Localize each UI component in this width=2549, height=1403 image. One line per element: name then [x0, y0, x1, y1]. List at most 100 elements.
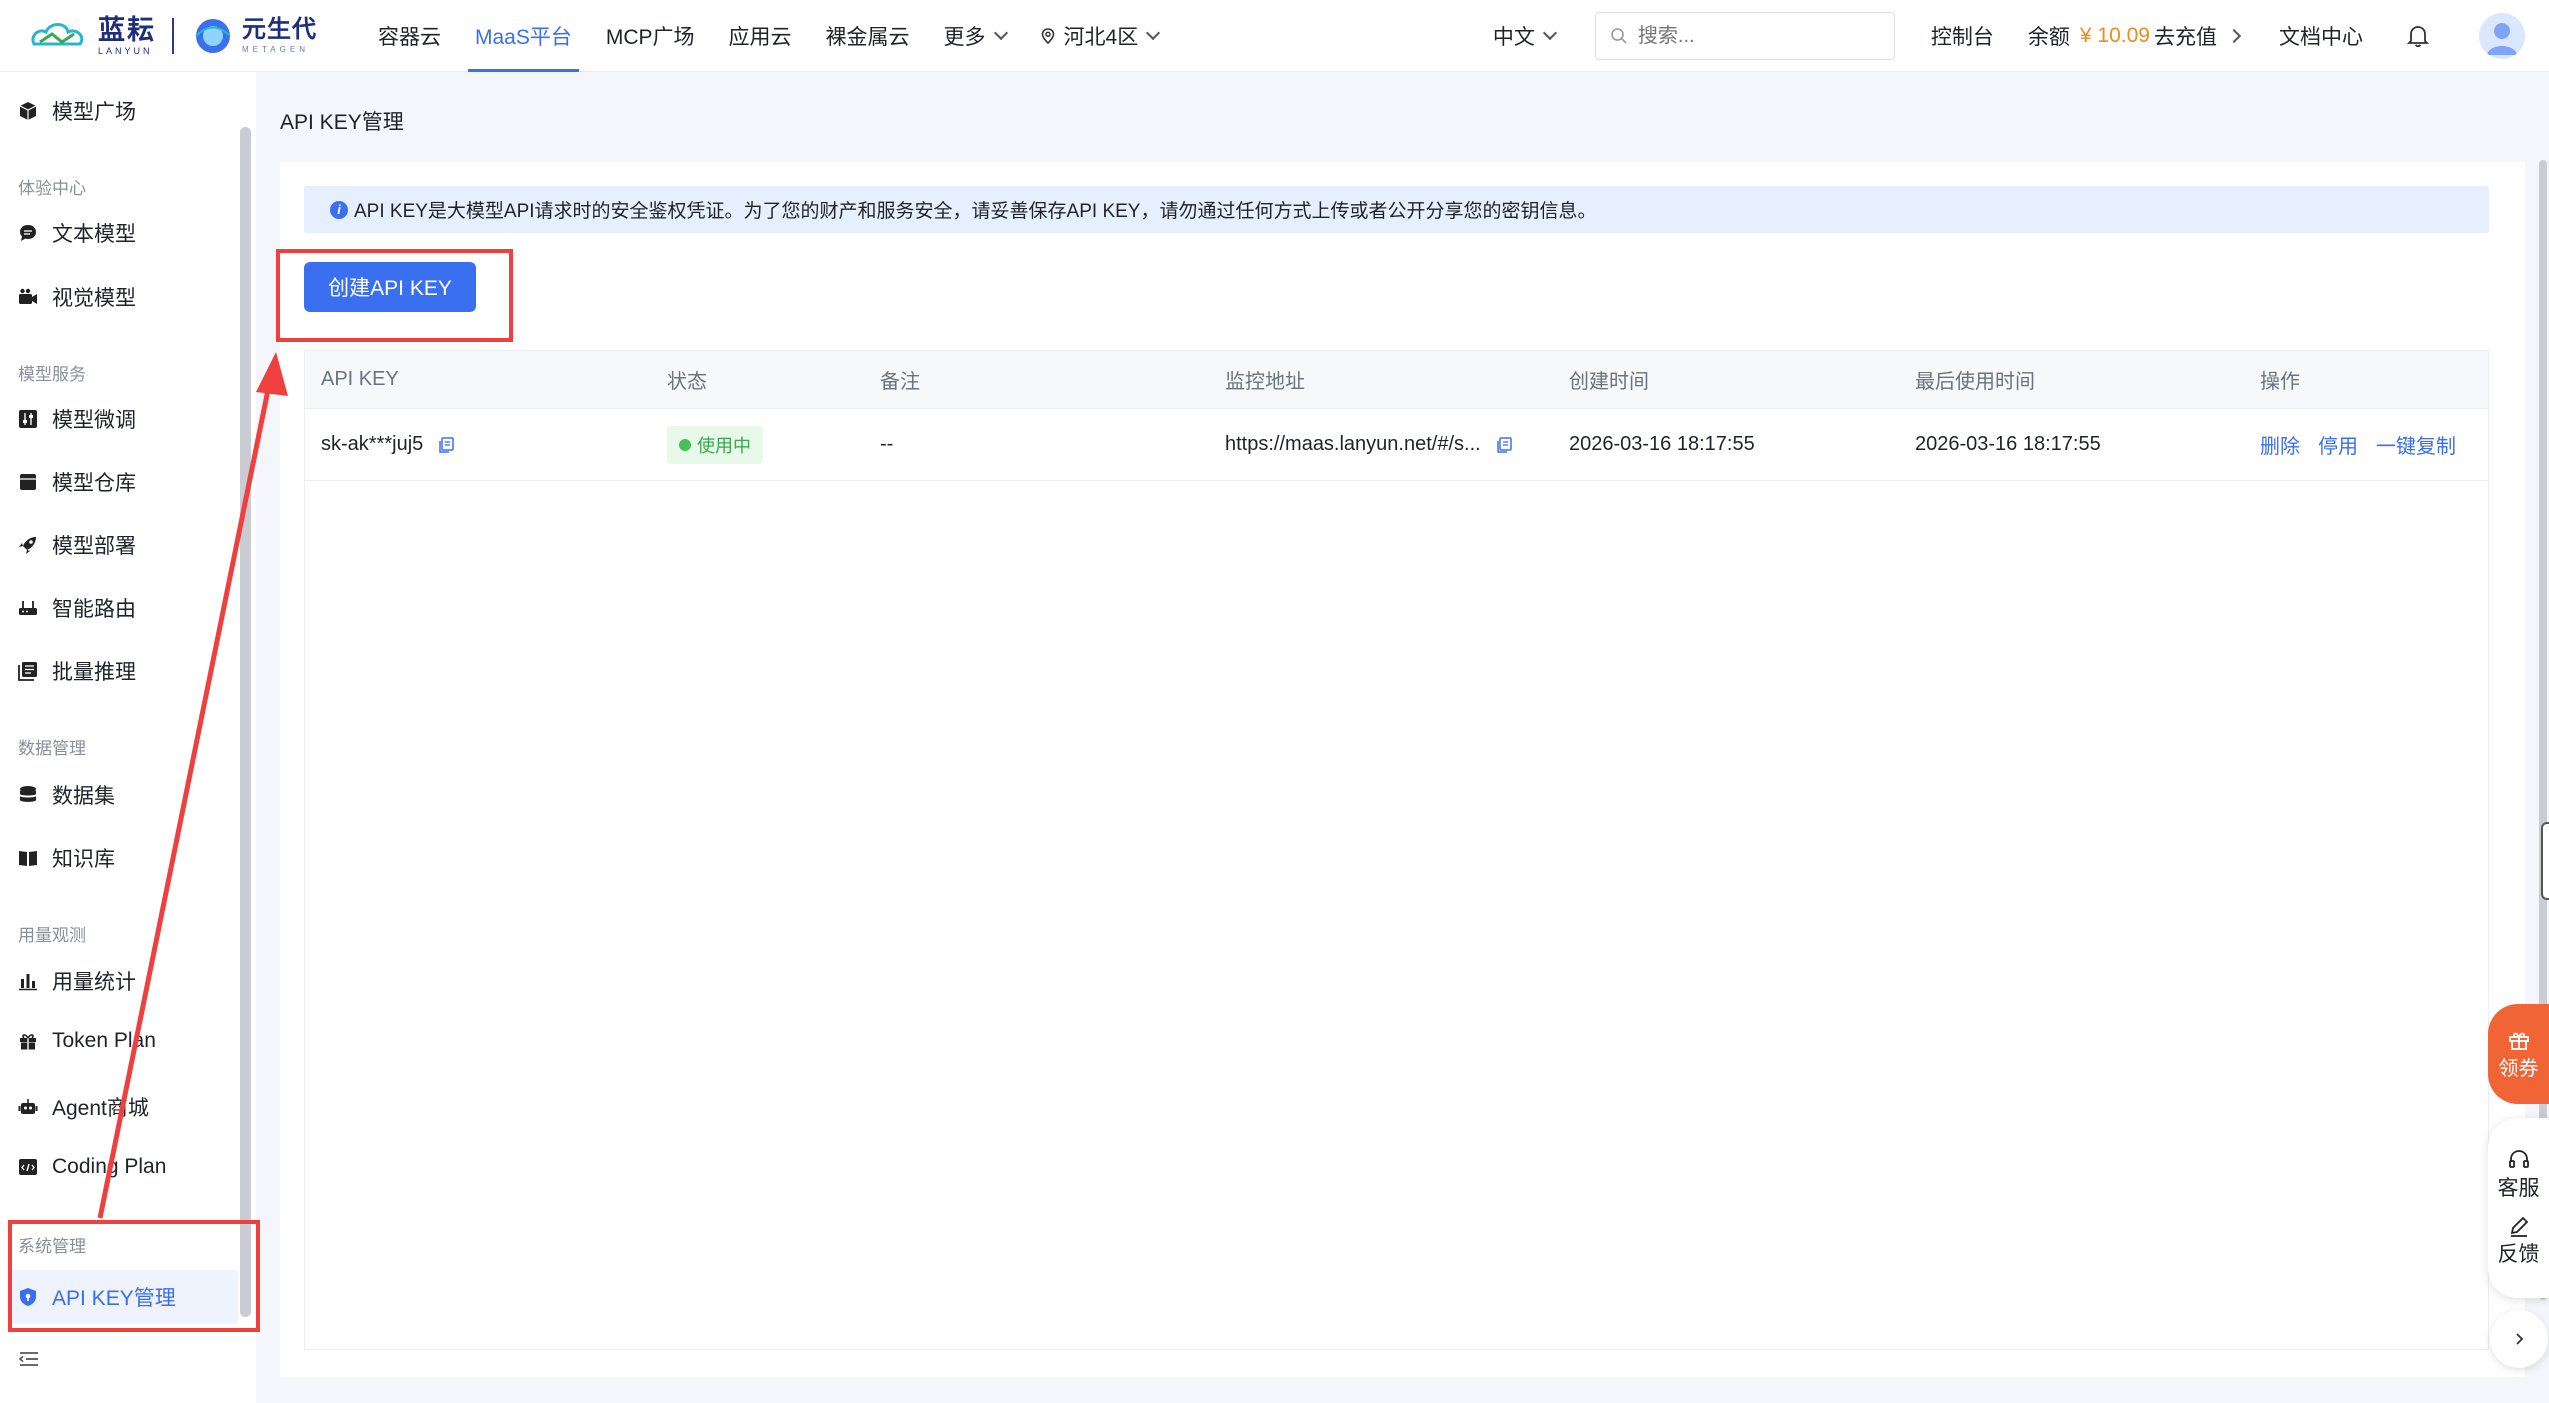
- chevron-right-icon: [2516, 1333, 2524, 1345]
- lanyun-logo-subtext: LANYUN: [98, 45, 153, 56]
- sidebar-item-label: 智能路由: [52, 598, 136, 621]
- customer-service-button[interactable]: 客服: [2498, 1148, 2540, 1202]
- cell-actions: 删除 停用 一键复制: [2260, 430, 2474, 459]
- nav-maas-platform[interactable]: MaaS平台: [458, 0, 589, 72]
- sidebar-item-vision-model[interactable]: 视觉模型: [18, 282, 136, 312]
- col-status: 状态: [667, 371, 707, 393]
- sidebar-item-dataset[interactable]: 数据集: [18, 780, 115, 810]
- nav-more-dropdown[interactable]: 更多: [927, 0, 1023, 72]
- edit-pen-icon: [2510, 1216, 2528, 1237]
- collapse-menu-icon[interactable]: [18, 1350, 40, 1368]
- sidebar-item-deploy[interactable]: 模型部署: [18, 530, 136, 560]
- sidebar-item-model-plaza[interactable]: 模型广场: [18, 96, 136, 126]
- video-camera-icon: [19, 288, 37, 304]
- bell-icon[interactable]: [2407, 24, 2429, 48]
- search-box[interactable]: [1594, 12, 1895, 60]
- copy-icon[interactable]: [437, 436, 455, 454]
- sidebar-item-agent-mall[interactable]: Agent商城: [18, 1092, 149, 1122]
- chevron-down-icon: [993, 25, 1008, 40]
- coupon-widget[interactable]: 领券: [2488, 1004, 2549, 1104]
- cell-created-time: 2026-03-16 18:17:55: [1569, 433, 1755, 455]
- sidebar-item-label: 模型仓库: [52, 472, 136, 495]
- disable-link[interactable]: 停用: [2318, 430, 2358, 459]
- cell-monitor-url: https://maas.lanyun.net/#/s...: [1225, 433, 1513, 456]
- region-selector[interactable]: 河北4区: [1023, 0, 1176, 72]
- col-created-time: 创建时间: [1569, 371, 1649, 393]
- sidebar-item-label: 模型部署: [52, 535, 136, 558]
- nav-bare-metal[interactable]: 裸金属云: [809, 0, 927, 72]
- sidebar-item-label: 视觉模型: [52, 287, 136, 310]
- metagen-logo-icon: [195, 18, 231, 53]
- sidebar-item-label: 用量统计: [52, 971, 136, 994]
- lanyun-logo-text: 蓝耘: [98, 14, 156, 45]
- sidebar-item-label: 模型广场: [52, 101, 136, 124]
- sidebar-item-batch[interactable]: 批量推理: [18, 656, 136, 686]
- sidebar-item-label: 知识库: [52, 848, 115, 871]
- sidebar-item-token-plan[interactable]: Token Plan: [18, 1029, 156, 1053]
- content-card: i API KEY是大模型API请求时的安全鉴权凭证。为了您的财产和服务安全，请…: [280, 162, 2525, 1377]
- cell-remark: --: [880, 433, 894, 455]
- sidebar-group-experience: 体验中心: [18, 179, 86, 198]
- user-icon: [2487, 23, 2517, 55]
- nav-container-cloud[interactable]: 容器云: [361, 0, 458, 72]
- top-header: 蓝耘 LANYUN 元生代 METAGEN 容器云 MaaS平台 MCP广场 应…: [0, 0, 2549, 72]
- cell-last-used: 2026-03-16 18:17:55: [1915, 433, 2101, 455]
- sidebar-item-repo[interactable]: 模型仓库: [18, 467, 136, 497]
- sidebar-item-coding-plan[interactable]: Coding Plan: [18, 1155, 166, 1179]
- sliders-icon: [19, 410, 37, 428]
- balance-widget[interactable]: 余额 ¥ 10.09 去充值: [2027, 21, 2242, 51]
- balance-amount: ¥ 10.09: [2079, 24, 2150, 47]
- status-text: 使用中: [697, 435, 751, 456]
- sidebar-item-label: 批量推理: [52, 661, 136, 684]
- nav-label: MCP广场: [605, 25, 695, 49]
- repository-icon: [20, 474, 36, 490]
- page-title: API KEY管理: [280, 111, 404, 134]
- console-link[interactable]: 控制台: [1931, 21, 1994, 51]
- copy-all-link[interactable]: 一键复制: [2376, 430, 2456, 459]
- brand-logos[interactable]: 蓝耘 LANYUN 元生代 METAGEN: [26, 0, 317, 72]
- sidebar-item-label: Agent商城: [52, 1097, 149, 1120]
- recharge-link[interactable]: 去充值: [2154, 21, 2217, 51]
- sidebar-item-label: 文本模型: [52, 223, 136, 246]
- api-key-table: API KEY 状态 备注 监控地址 创建时间 最后使用时间 操作 sk-ak*…: [304, 350, 2489, 1350]
- code-window-icon: [19, 1159, 37, 1175]
- nav-app-cloud[interactable]: 应用云: [712, 0, 809, 72]
- chevron-right-icon: [2226, 28, 2242, 44]
- router-icon: [19, 601, 37, 615]
- col-remark: 备注: [880, 371, 920, 393]
- language-label: 中文: [1492, 26, 1535, 49]
- support-widget: 客服 反馈: [2488, 1118, 2549, 1298]
- info-icon: i: [330, 200, 348, 219]
- sidebar-item-label: Coding Plan: [52, 1155, 167, 1178]
- sidebar-item-usage-stats[interactable]: 用量统计: [18, 966, 136, 996]
- delete-link[interactable]: 删除: [2260, 430, 2300, 459]
- language-selector[interactable]: 中文: [1492, 21, 1557, 51]
- col-monitor-url: 监控地址: [1225, 371, 1305, 393]
- status-badge: 使用中: [667, 425, 763, 464]
- metagen-logo-subtext: METAGEN: [242, 45, 309, 54]
- edge-drawer-handle[interactable]: [2541, 822, 2549, 900]
- sidebar-item-label: 数据集: [52, 785, 115, 808]
- chat-bubble-icon: [20, 225, 36, 241]
- sidebar-item-text-model[interactable]: 文本模型: [18, 218, 136, 248]
- docs-center-link[interactable]: 文档中心: [2279, 21, 2363, 51]
- user-avatar[interactable]: [2479, 13, 2525, 59]
- search-input[interactable]: [1637, 24, 1878, 48]
- main-nav: 容器云 MaaS平台 MCP广场 应用云 裸金属云 更多 河北4区: [361, 0, 1175, 72]
- sidebar-scrollbar[interactable]: [240, 127, 251, 1317]
- sidebar-item-knowledge[interactable]: 知识库: [18, 843, 115, 873]
- feedback-button[interactable]: 反馈: [2498, 1214, 2540, 1268]
- copy-icon[interactable]: [1495, 436, 1513, 454]
- table-row: sk-ak***juj5 使用中 -- https://maas.lanyun.…: [305, 409, 2488, 481]
- balance-label: 余额: [2027, 26, 2070, 49]
- chevron-down-icon: [1542, 25, 1557, 41]
- expand-arrow-button[interactable]: [2490, 1310, 2548, 1368]
- notice-text: API KEY是大模型API请求时的安全鉴权凭证。为了您的财产和服务安全，请妥善…: [354, 201, 1597, 222]
- nav-label: 容器云: [378, 25, 441, 49]
- sidebar-item-routing[interactable]: 智能路由: [18, 593, 136, 623]
- nav-mcp-plaza[interactable]: MCP广场: [589, 0, 712, 72]
- gift-icon: [20, 1034, 36, 1050]
- header-right: 中文 控制台 余额 ¥ 10.09 去充值 文档中心: [1493, 0, 2549, 72]
- status-dot-icon: [679, 438, 691, 451]
- sidebar-item-finetune[interactable]: 模型微调: [18, 404, 136, 434]
